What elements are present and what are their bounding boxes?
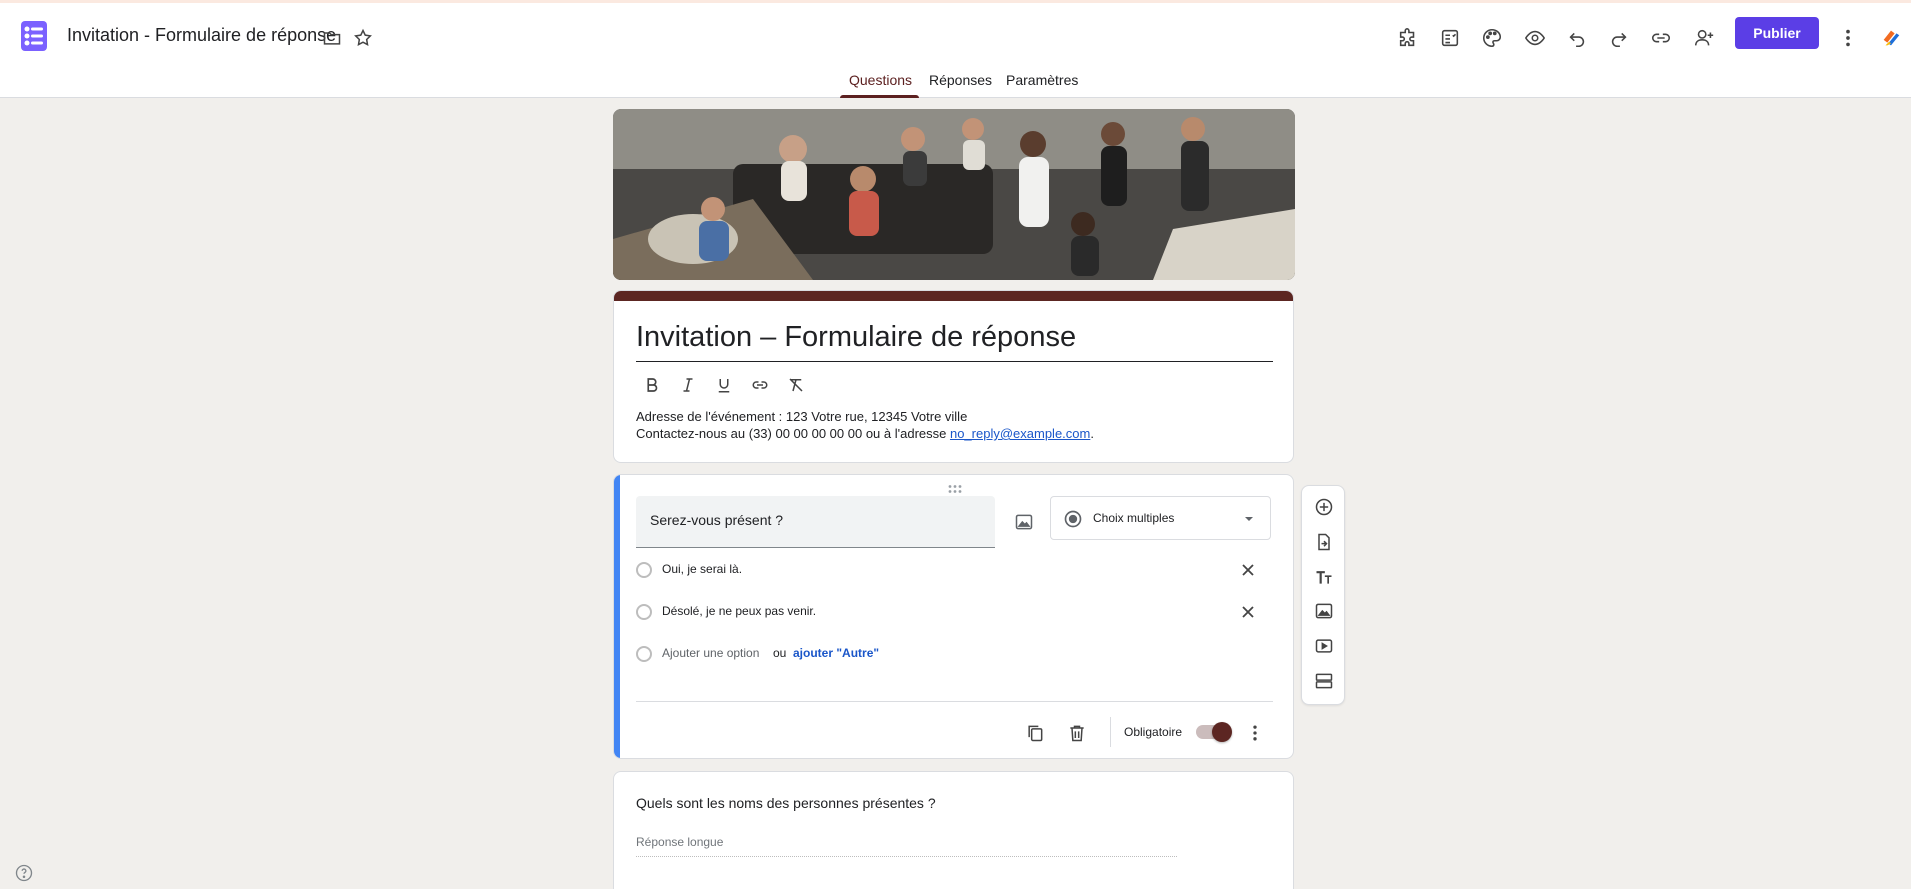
radio-icon [636, 646, 652, 662]
description-contact-text: Contactez-nous au (33) 00 00 00 00 00 ou… [636, 426, 950, 441]
link-icon[interactable] [1644, 21, 1678, 55]
italic-icon[interactable] [672, 371, 704, 399]
add-video-icon[interactable] [1307, 629, 1341, 663]
radio-icon [636, 562, 652, 578]
add-title-icon[interactable] [1307, 560, 1341, 594]
option-row: Oui, je serai là. [636, 555, 1276, 585]
more-vert-icon[interactable] [1831, 21, 1865, 55]
document-title[interactable]: Invitation - Formulaire de réponse [67, 25, 336, 46]
question-type-label: Choix multiples [1093, 511, 1175, 525]
dropdown-arrow-icon [1245, 517, 1253, 521]
link-icon[interactable] [744, 371, 776, 399]
remove-option-icon[interactable] [1236, 600, 1260, 624]
more-options-icon[interactable] [1238, 716, 1272, 750]
option-text[interactable]: Désolé, je ne peux pas venir. [662, 604, 816, 618]
multicolor-addon-icon[interactable] [1874, 21, 1908, 55]
puzzle-icon[interactable] [1391, 21, 1425, 55]
drag-handle-icon[interactable] [947, 481, 963, 493]
tab-settings[interactable]: Paramètres [1006, 72, 1078, 88]
undo-icon[interactable] [1560, 21, 1594, 55]
app-header: Invitation - Formulaire de réponse Publi… [0, 3, 1911, 98]
format-toolbar [636, 371, 812, 399]
option-row: Désolé, je ne peux pas venir. [636, 597, 1276, 627]
or-text: ou [773, 646, 787, 660]
form-description[interactable]: Adresse de l'événement : 123 Votre rue, … [636, 408, 1094, 442]
long-answer-placeholder: Réponse longue [636, 835, 1177, 857]
toggle-knob [1212, 722, 1232, 742]
forms-logo-icon[interactable] [19, 19, 49, 53]
add-question-icon[interactable] [1307, 490, 1341, 524]
form-header-card: Invitation – Formulaire de réponse Adres… [613, 290, 1294, 463]
header-banner-image [613, 109, 1295, 280]
redo-icon[interactable] [1602, 21, 1636, 55]
add-image-icon[interactable] [1007, 505, 1041, 539]
duplicate-icon[interactable] [1018, 716, 1052, 750]
radio-icon [636, 604, 652, 620]
preview-eye-icon[interactable] [1518, 21, 1552, 55]
publish-button[interactable]: Publier [1735, 17, 1819, 49]
theme-accent-bar [614, 291, 1293, 301]
question-type-select[interactable]: Choix multiples [1050, 496, 1271, 540]
folder-icon[interactable] [321, 27, 343, 49]
delete-icon[interactable] [1060, 716, 1094, 750]
add-option-row: Ajouter une option ou ajouter "Autre" [636, 639, 1276, 669]
help-icon[interactable] [15, 864, 33, 882]
add-section-icon[interactable] [1307, 664, 1341, 698]
description-line-2: Contactez-nous au (33) 00 00 00 00 00 ou… [636, 425, 1094, 442]
add-collaborator-icon[interactable] [1687, 21, 1721, 55]
question-card-active[interactable]: Serez-vous présent ? Choix multiples Oui… [613, 474, 1294, 759]
quiz-settings-icon[interactable] [1433, 21, 1467, 55]
description-line-1: Adresse de l'événement : 123 Votre rue, … [636, 409, 968, 424]
question-title-input[interactable]: Serez-vous présent ? [636, 496, 995, 548]
option-text[interactable]: Oui, je serai là. [662, 562, 742, 576]
required-toggle[interactable] [1196, 722, 1232, 742]
form-tabs: Questions Réponses Paramètres [0, 65, 1911, 98]
question-title[interactable]: Quels sont les noms des personnes présen… [636, 795, 936, 811]
underline-icon[interactable] [708, 371, 740, 399]
radio-button-icon [1064, 510, 1082, 528]
import-questions-icon[interactable] [1307, 525, 1341, 559]
footer-separator [1110, 717, 1111, 747]
add-other-link[interactable]: ajouter "Autre" [793, 646, 879, 660]
title-underline [636, 361, 1273, 362]
remove-option-icon[interactable] [1236, 558, 1260, 582]
contact-email-link[interactable]: no_reply@example.com [950, 426, 1090, 441]
question-footer-divider [636, 701, 1273, 702]
bold-icon[interactable] [636, 371, 668, 399]
required-label: Obligatoire [1124, 725, 1183, 739]
question-card[interactable]: Quels sont les noms des personnes présen… [613, 771, 1294, 889]
palette-icon[interactable] [1475, 21, 1509, 55]
active-question-indicator [614, 475, 620, 758]
add-option-input[interactable]: Ajouter une option [662, 646, 759, 660]
floating-question-toolbar [1301, 485, 1345, 705]
clear-format-icon[interactable] [780, 371, 812, 399]
form-title[interactable]: Invitation – Formulaire de réponse [636, 321, 1076, 354]
tab-questions[interactable]: Questions [849, 72, 912, 88]
add-image-icon[interactable] [1307, 594, 1341, 628]
tab-responses[interactable]: Réponses [929, 72, 992, 88]
active-tab-indicator [840, 95, 919, 98]
star-icon[interactable] [352, 27, 374, 49]
description-end: . [1090, 426, 1094, 441]
